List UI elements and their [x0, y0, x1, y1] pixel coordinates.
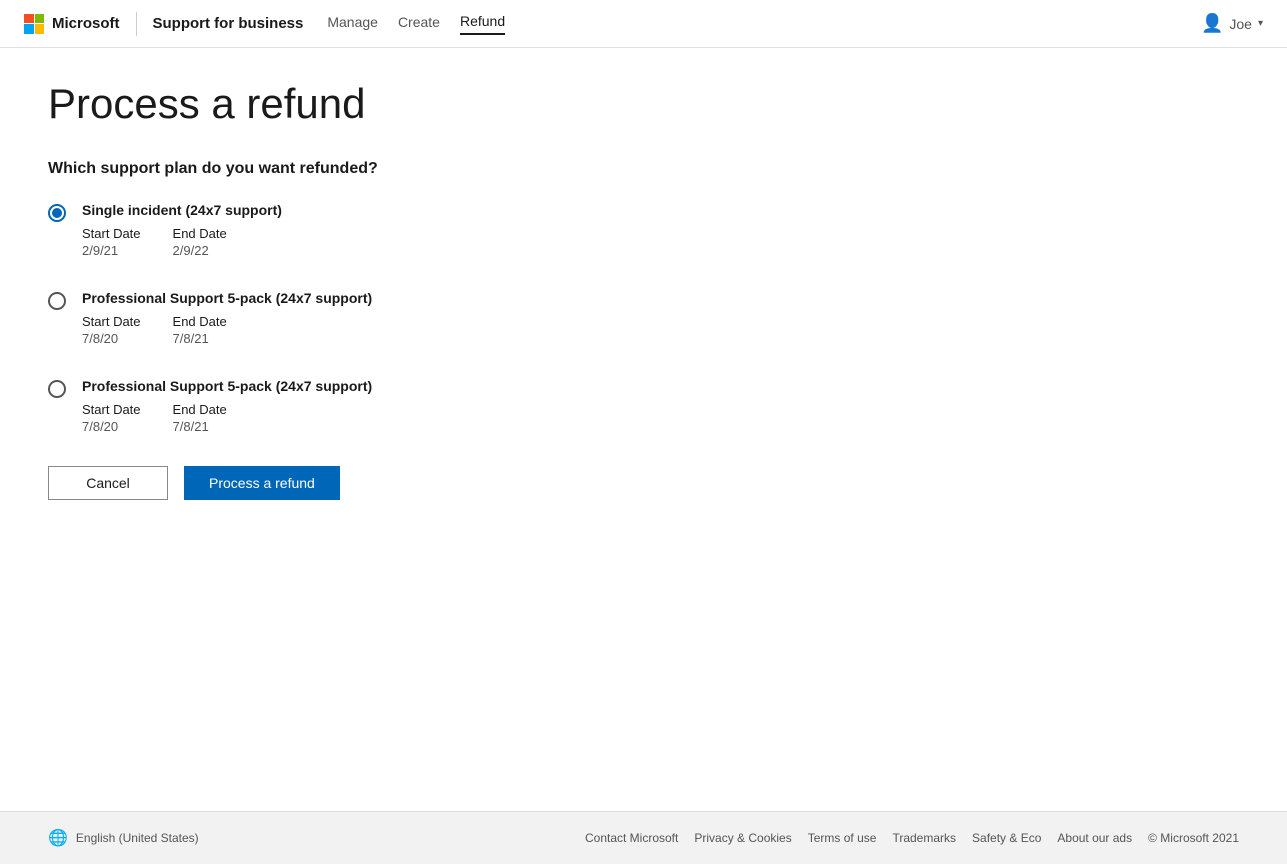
end-label-2: End Date	[173, 314, 227, 329]
start-date-group-1: Start Date 2/9/21	[82, 226, 141, 258]
start-date-group-2: Start Date 7/8/20	[82, 314, 141, 346]
footer-safety[interactable]: Safety & Eco	[972, 831, 1041, 845]
footer-contact[interactable]: Contact Microsoft	[585, 831, 678, 845]
plan-details-3: Professional Support 5-pack (24x7 suppor…	[82, 378, 372, 434]
header: Microsoft Support for business Manage Cr…	[0, 0, 1287, 48]
globe-icon: 🌐	[48, 828, 68, 848]
nav-refund[interactable]: Refund	[460, 13, 505, 35]
chevron-down-icon: ▾	[1258, 18, 1263, 29]
plan-name-1: Single incident (24x7 support)	[82, 202, 282, 218]
radio-btn-2[interactable]	[48, 292, 66, 310]
ms-logo-grid	[24, 14, 44, 34]
nav-create[interactable]: Create	[398, 14, 440, 34]
plan-dates-2: Start Date 7/8/20 End Date 7/8/21	[82, 314, 372, 346]
plan-option-3[interactable]: Professional Support 5-pack (24x7 suppor…	[48, 378, 852, 434]
process-refund-button[interactable]: Process a refund	[184, 466, 340, 500]
header-user[interactable]: 👤 Joe ▾	[1201, 13, 1263, 34]
start-label-3: Start Date	[82, 402, 141, 417]
radio-btn-3[interactable]	[48, 380, 66, 398]
start-value-1: 2/9/21	[82, 243, 141, 258]
plan-details-1: Single incident (24x7 support) Start Dat…	[82, 202, 282, 258]
microsoft-logo[interactable]: Microsoft	[24, 14, 120, 34]
footer-language: 🌐 English (United States)	[48, 828, 199, 848]
start-value-2: 7/8/20	[82, 331, 141, 346]
header-nav: Manage Create Refund	[327, 13, 1201, 35]
button-row: Cancel Process a refund	[48, 466, 852, 500]
plan-option-2[interactable]: Professional Support 5-pack (24x7 suppor…	[48, 290, 852, 346]
user-icon: 👤	[1201, 13, 1223, 34]
end-date-group-1: End Date 2/9/22	[173, 226, 227, 258]
end-value-2: 7/8/21	[173, 331, 227, 346]
footer-copyright: © Microsoft 2021	[1148, 831, 1239, 845]
end-value-1: 2/9/22	[173, 243, 227, 258]
footer: 🌐 English (United States) Contact Micros…	[0, 811, 1287, 864]
plan-dates-3: Start Date 7/8/20 End Date 7/8/21	[82, 402, 372, 434]
end-date-group-3: End Date 7/8/21	[173, 402, 227, 434]
footer-links: Contact Microsoft Privacy & Cookies Term…	[585, 831, 1239, 845]
header-divider	[136, 12, 137, 36]
start-date-group-3: Start Date 7/8/20	[82, 402, 141, 434]
header-brand: Support for business	[153, 15, 304, 32]
ms-logo-text: Microsoft	[52, 15, 120, 32]
end-value-3: 7/8/21	[173, 419, 227, 434]
plan-name-3: Professional Support 5-pack (24x7 suppor…	[82, 378, 372, 394]
page-title: Process a refund	[48, 80, 852, 128]
user-name: Joe	[1229, 16, 1252, 32]
cancel-button[interactable]: Cancel	[48, 466, 168, 500]
nav-manage[interactable]: Manage	[327, 14, 378, 34]
plan-dates-1: Start Date 2/9/21 End Date 2/9/22	[82, 226, 282, 258]
end-label-1: End Date	[173, 226, 227, 241]
start-label-1: Start Date	[82, 226, 141, 241]
plan-name-2: Professional Support 5-pack (24x7 suppor…	[82, 290, 372, 306]
plan-details-2: Professional Support 5-pack (24x7 suppor…	[82, 290, 372, 346]
end-date-group-2: End Date 7/8/21	[173, 314, 227, 346]
footer-ads[interactable]: About our ads	[1057, 831, 1132, 845]
start-value-3: 7/8/20	[82, 419, 141, 434]
start-label-2: Start Date	[82, 314, 141, 329]
language-label: English (United States)	[76, 831, 199, 845]
footer-terms[interactable]: Terms of use	[808, 831, 877, 845]
radio-btn-1[interactable]	[48, 204, 66, 222]
footer-trademarks[interactable]: Trademarks	[892, 831, 956, 845]
footer-privacy[interactable]: Privacy & Cookies	[694, 831, 791, 845]
section-heading: Which support plan do you want refunded?	[48, 160, 852, 178]
end-label-3: End Date	[173, 402, 227, 417]
main-content: Process a refund Which support plan do y…	[0, 48, 900, 811]
plan-option-1[interactable]: Single incident (24x7 support) Start Dat…	[48, 202, 852, 258]
